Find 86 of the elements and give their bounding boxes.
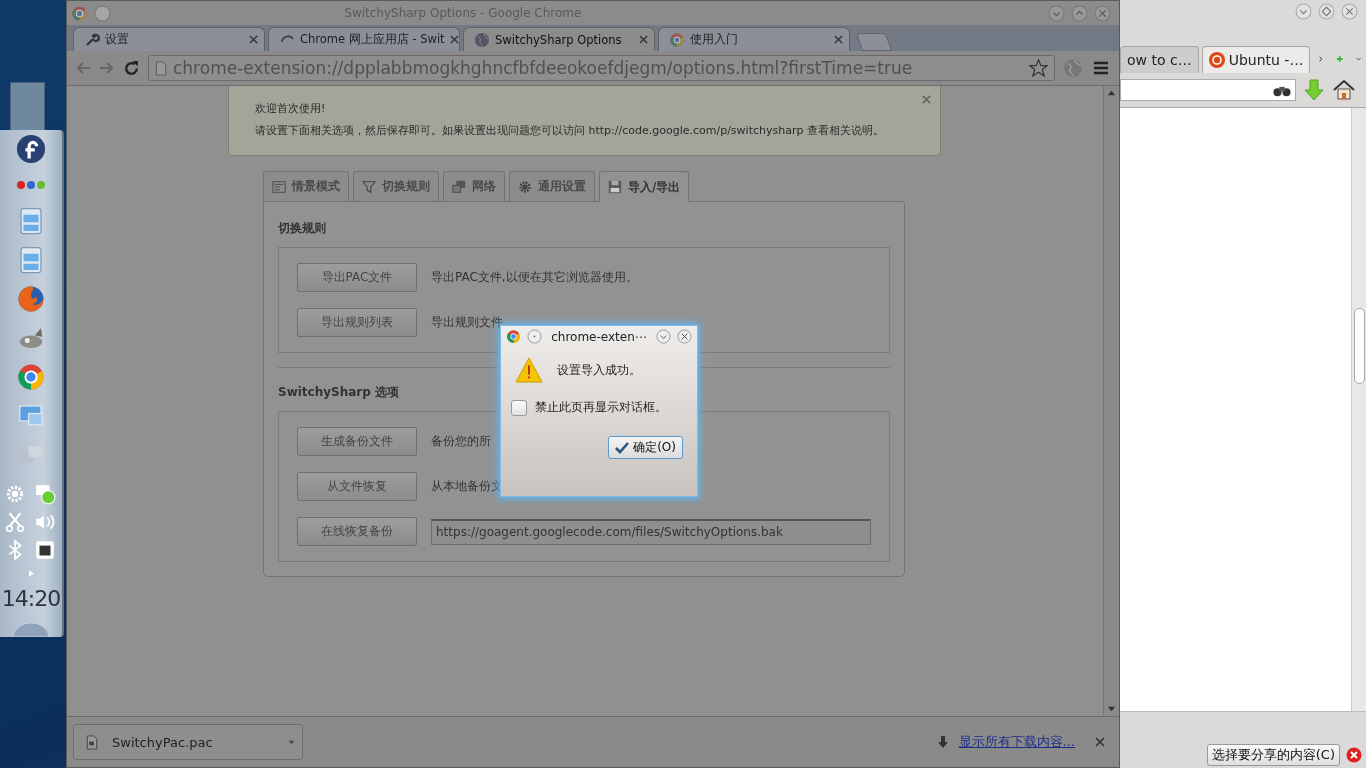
scrollbar[interactable] bbox=[1103, 86, 1119, 716]
home-icon[interactable] bbox=[1332, 78, 1356, 102]
globe-icon[interactable] bbox=[1063, 58, 1083, 78]
download-item[interactable]: SwitchyPac.pac bbox=[73, 724, 303, 760]
globe-icon bbox=[474, 31, 490, 48]
chrome-icon[interactable] bbox=[71, 4, 88, 22]
close-tab-icon[interactable] bbox=[449, 35, 459, 44]
settings-tab[interactable]: 切换规则 bbox=[353, 171, 439, 201]
clock: 14:20 bbox=[1, 586, 61, 611]
banner-text: 请设置下面相关选项，然后保存即可。如果设置出现问题您可以访问 http://code.google.com/p/switchysharp 查看相关说明。 bbox=[255, 123, 884, 139]
close-tab-icon[interactable] bbox=[834, 35, 843, 44]
address-field[interactable]: chrome-extension://dpplabbmogkhghncfbfdeeokoefdjegm/options.html?firstTime=true bbox=[148, 55, 1055, 81]
restore-icon[interactable] bbox=[1318, 3, 1335, 20]
file-icon bbox=[86, 734, 98, 750]
back-icon[interactable] bbox=[75, 60, 91, 76]
browser-tab[interactable]: Chrome 网上应用店 - Swit bbox=[268, 27, 460, 51]
action-button[interactable]: 从文件恢复 bbox=[297, 472, 417, 501]
menu-circle-icon[interactable] bbox=[94, 4, 111, 22]
checkbox[interactable] bbox=[511, 399, 527, 416]
chrome-icon[interactable] bbox=[16, 362, 46, 392]
dialog-message: 设置导入成功。 bbox=[557, 361, 641, 379]
star-icon[interactable] bbox=[1029, 58, 1048, 78]
banner-title: 欢迎首次使用! bbox=[255, 101, 326, 117]
minimize-icon[interactable] bbox=[656, 329, 671, 344]
filter-icon bbox=[362, 179, 376, 194]
scissors-icon[interactable] bbox=[4, 511, 26, 533]
option-description: 导出PAC文件,以便在其它浏览器使用。 bbox=[431, 269, 638, 286]
browser-tab[interactable]: 设置 bbox=[73, 27, 265, 51]
checkmark-icon bbox=[615, 441, 630, 454]
chrome-icon bbox=[506, 329, 521, 344]
ubuntu-logo-icon bbox=[1208, 51, 1225, 68]
maximize-icon[interactable] bbox=[1071, 4, 1088, 22]
wrench-icon bbox=[84, 31, 100, 48]
action-button[interactable]: 导出规则列表 bbox=[297, 308, 417, 337]
settings-tab[interactable]: 通用设置 bbox=[509, 171, 595, 201]
scrollbar[interactable] bbox=[1351, 108, 1366, 712]
action-button[interactable]: 导出PAC文件 bbox=[297, 263, 417, 292]
scroll-thumb[interactable] bbox=[1354, 308, 1365, 384]
option-description: 导出规则文件 bbox=[431, 314, 503, 331]
settings-tab[interactable]: 导入/导出 bbox=[599, 171, 690, 202]
page-icon bbox=[155, 60, 167, 76]
section-heading: 切换规则 bbox=[278, 220, 326, 237]
share-button[interactable]: 选择要分享的内容(C) bbox=[1206, 744, 1340, 766]
launcher-icon[interactable] bbox=[11, 621, 51, 637]
settings-tab[interactable]: 网络 bbox=[443, 171, 505, 201]
browser-tab[interactable]: 使用入门 bbox=[658, 27, 850, 51]
action-button[interactable]: 生成备份文件 bbox=[297, 427, 417, 456]
expand-arrow-icon[interactable] bbox=[28, 570, 34, 577]
dialog-title: chrome-exten⋯ bbox=[550, 329, 648, 344]
close-tab-icon[interactable] bbox=[639, 35, 648, 44]
gear-icon[interactable] bbox=[4, 483, 26, 505]
action-button[interactable]: 在线恢复备份 bbox=[297, 517, 417, 546]
section-heading: SwitchySharp 选项 bbox=[278, 384, 400, 401]
document-icon bbox=[272, 179, 286, 194]
settings-tab[interactable]: 情景模式 bbox=[263, 171, 349, 201]
close-icon[interactable] bbox=[1095, 737, 1105, 747]
minimize-icon[interactable] bbox=[1295, 3, 1312, 20]
firefox-icon[interactable] bbox=[16, 284, 46, 314]
show-downloads-link[interactable]: 显示所有下载内容... bbox=[958, 733, 1075, 751]
gear-icon bbox=[518, 179, 532, 194]
scroll-up-icon[interactable] bbox=[1107, 89, 1116, 98]
download-arrow-icon[interactable] bbox=[1302, 78, 1326, 102]
forward-icon[interactable] bbox=[99, 60, 115, 76]
url-field[interactable]: https://goagent.googlecode.com/files/SwitchyOptions.bak bbox=[431, 518, 871, 545]
close-tab-icon[interactable] bbox=[249, 35, 258, 44]
address-field[interactable] bbox=[1120, 79, 1296, 101]
error-icon[interactable] bbox=[1346, 747, 1362, 763]
new-tab-button[interactable] bbox=[855, 33, 893, 51]
scroll-down-icon[interactable] bbox=[1107, 704, 1116, 713]
browser-tab[interactable]: Ubuntu -… bbox=[1201, 45, 1311, 73]
suppress-checkbox[interactable]: 禁止此页再显示对话框。 bbox=[501, 383, 697, 416]
browser-tab[interactable]: SwitchySharp Options bbox=[463, 27, 655, 51]
ok-button[interactable]: 确定(O) bbox=[608, 436, 683, 459]
dots-icon[interactable] bbox=[16, 179, 46, 191]
minimize-icon[interactable] bbox=[1048, 4, 1065, 22]
download-icon bbox=[936, 735, 949, 749]
close-icon[interactable] bbox=[1341, 3, 1358, 20]
close-icon[interactable] bbox=[677, 329, 692, 344]
option-description: 备份您的所 bbox=[431, 433, 491, 450]
fedora-logo-icon[interactable] bbox=[16, 134, 46, 164]
reload-icon[interactable] bbox=[123, 59, 140, 77]
chrome-icon bbox=[669, 31, 685, 48]
warning-icon bbox=[515, 357, 543, 383]
chat-status-icon[interactable] bbox=[34, 483, 56, 505]
menu-circle-icon[interactable] bbox=[527, 329, 542, 344]
browser-tab[interactable]: ow to c… bbox=[1120, 45, 1199, 73]
